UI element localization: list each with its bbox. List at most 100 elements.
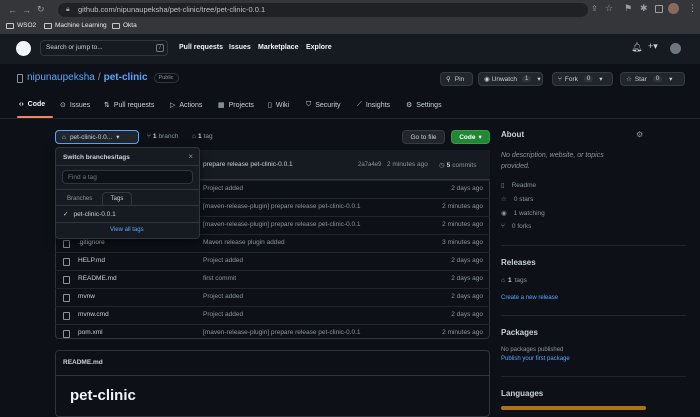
gear-icon[interactable]: ⚙ <box>636 130 643 139</box>
sidebar-divider <box>501 315 686 316</box>
nav-marketplace[interactable]: Marketplace <box>258 44 298 51</box>
tab-pull-requests[interactable]: ⇅ Pull requests <box>104 101 154 110</box>
share-icon[interactable]: ⇪ <box>591 4 598 13</box>
plus-dropdown-icon[interactable]: +▾ <box>648 41 658 52</box>
file-name[interactable]: mvnw <box>78 293 95 300</box>
find-tag-input[interactable] <box>62 170 193 184</box>
file-commit-message[interactable]: [maven-release-plugin] prepare release p… <box>203 329 361 336</box>
file-commit-message[interactable]: Project added <box>203 257 243 264</box>
menu-icon[interactable]: ⋮ <box>688 3 697 14</box>
forward-arrow-icon[interactable]: → <box>22 5 31 15</box>
packages-title[interactable]: Packages <box>501 328 538 337</box>
nav-issues[interactable]: Issues <box>229 44 251 51</box>
release-tags-link[interactable]: ⌂ 1 tags <box>501 277 527 284</box>
close-icon[interactable]: × <box>188 152 193 161</box>
about-watching-link[interactable]: ◉ 1 watching <box>501 209 545 218</box>
history-icon: ◷ <box>439 162 445 169</box>
nav-pull-requests[interactable]: Pull requests <box>179 44 223 51</box>
tab-security[interactable]: ⛉ Security <box>306 101 341 109</box>
file-date: 2 minutes ago <box>442 221 483 228</box>
dropdown-tab-branches[interactable]: Branches <box>67 196 92 202</box>
file-date: 2 minutes ago <box>442 329 483 336</box>
back-arrow-icon[interactable]: ← <box>8 5 17 15</box>
bell-icon[interactable]: 🔔︎ <box>631 42 642 53</box>
file-name[interactable]: .gitignore <box>78 239 105 246</box>
file-name[interactable]: README.md <box>78 275 117 282</box>
tag-icon: ⌂ <box>192 133 196 140</box>
folder-icon <box>44 22 52 29</box>
nav-explore[interactable]: Explore <box>306 44 332 51</box>
file-name[interactable]: HELP.md <box>78 257 105 264</box>
dropdown-item-selected[interactable]: ✓ pet-clinic-0.0.1 <box>63 210 116 219</box>
commit-hash[interactable]: 2a7a4e9 <box>358 162 381 168</box>
file-commit-message[interactable]: Maven release plugin added <box>203 239 285 246</box>
publish-package-link[interactable]: Publish your first package <box>501 356 570 362</box>
bookmark-wso2[interactable]: WSO2 <box>6 20 36 31</box>
extension-icon[interactable]: ⚑ <box>624 3 632 14</box>
go-to-file-button[interactable]: Go to file <box>402 130 445 144</box>
file-date: 2 days ago <box>451 275 483 282</box>
table-row[interactable]: README.md first commit 2 days ago <box>55 270 490 288</box>
address-bar[interactable]: 🔒︎ github.com/nipunaupeksha/pet-clinic/t… <box>58 3 588 17</box>
dropdown-tab-tags[interactable]: Tags <box>102 192 132 205</box>
file-commit-message[interactable]: Project added <box>203 185 243 192</box>
puzzle-icon[interactable]: ✱ <box>640 3 648 14</box>
profile-avatar[interactable] <box>668 3 679 14</box>
sidebar-toggle-icon[interactable] <box>655 5 663 13</box>
eye-icon: ◉ <box>484 76 490 83</box>
star-bookmark-icon[interactable]: ☆ <box>605 3 613 14</box>
unwatch-button[interactable]: ◉ Unwatch 1 ▾ <box>478 72 543 86</box>
file-icon <box>63 330 70 338</box>
tags-link[interactable]: ⌂ 1 tag <box>192 133 213 140</box>
about-stars-link[interactable]: ☆ 0 stars <box>501 195 533 204</box>
branches-link[interactable]: ⑂ 1 branch <box>147 133 178 140</box>
chevron-down-icon: ▾ <box>116 134 120 141</box>
slash-shortcut: / <box>156 44 164 52</box>
shield-icon: ⛉ <box>306 101 312 108</box>
about-forks-link[interactable]: ⑂ 0 forks <box>501 223 531 230</box>
reload-icon[interactable]: ↻ <box>37 4 45 15</box>
tab-wiki[interactable]: ▯ Wiki <box>268 101 289 110</box>
repo-owner-link[interactable]: nipunaupeksha <box>27 72 95 83</box>
branch-select-button[interactable]: ⌂ pet-clinic-0.0... ▾ <box>55 130 139 144</box>
file-commit-message[interactable]: Project added <box>203 293 243 300</box>
pin-button[interactable]: ⚲ Pin <box>440 72 473 86</box>
dropdown-title: Switch branches/tags <box>63 154 130 161</box>
releases-title[interactable]: Releases <box>501 258 536 267</box>
tab-settings[interactable]: ⚙ Settings <box>406 101 442 110</box>
file-name[interactable]: mvnw.cmd <box>78 311 109 318</box>
search-input[interactable]: Search or jump to... / <box>40 40 168 56</box>
fork-button[interactable]: ⑂ Fork 0 ▾ <box>552 72 613 86</box>
file-commit-message[interactable]: first commit <box>203 275 236 282</box>
lock-icon: 🔒︎ <box>66 6 70 13</box>
tab-issues[interactable]: ⊙ Issues <box>60 101 90 110</box>
table-row[interactable]: HELP.md Project added 2 days ago <box>55 252 490 270</box>
sidebar-divider <box>501 376 686 377</box>
table-row[interactable]: pom.xml [maven-release-plugin] prepare re… <box>55 324 490 342</box>
github-logo-icon[interactable] <box>16 41 31 56</box>
tab-insights[interactable]: ⟋ Insights <box>357 101 390 109</box>
table-row[interactable]: mvnw Project added 2 days ago <box>55 288 490 306</box>
tab-projects[interactable]: ▦ Projects <box>218 101 254 110</box>
table-icon: ▦ <box>218 102 225 109</box>
file-commit-message[interactable]: [maven-release-plugin] prepare release p… <box>203 203 361 210</box>
file-name[interactable]: pom.xml <box>78 329 103 336</box>
about-readme-link[interactable]: ▯ Readme <box>501 181 536 190</box>
tab-actions[interactable]: ▷ Actions <box>170 101 202 110</box>
pull-request-icon: ⇅ <box>104 102 110 109</box>
user-avatar[interactable] <box>670 43 681 54</box>
table-row[interactable]: mvnw.cmd Project added 2 days ago <box>55 306 490 324</box>
code-button[interactable]: Code ▾ <box>451 130 490 144</box>
star-icon: ☆ <box>501 196 507 203</box>
bookmark-okta[interactable]: Okta <box>112 20 137 31</box>
tab-code[interactable]: ‹› Code <box>19 101 45 108</box>
bookmark-machine-learning[interactable]: Machine Learning <box>44 20 107 31</box>
view-all-tags-link[interactable]: View all tags <box>110 227 144 233</box>
commit-message[interactable]: prepare release pet-clinic-0.0.1 <box>203 161 293 168</box>
star-button[interactable]: ☆ Star 0 ▾ <box>620 72 685 86</box>
commits-link[interactable]: ◷ 5 commits <box>439 161 477 170</box>
file-commit-message[interactable]: [maven-release-plugin] prepare release p… <box>203 221 361 228</box>
file-commit-message[interactable]: Project added <box>203 311 243 318</box>
create-release-link[interactable]: Create a new release <box>501 295 558 301</box>
repo-name-link[interactable]: pet-clinic <box>104 72 148 83</box>
